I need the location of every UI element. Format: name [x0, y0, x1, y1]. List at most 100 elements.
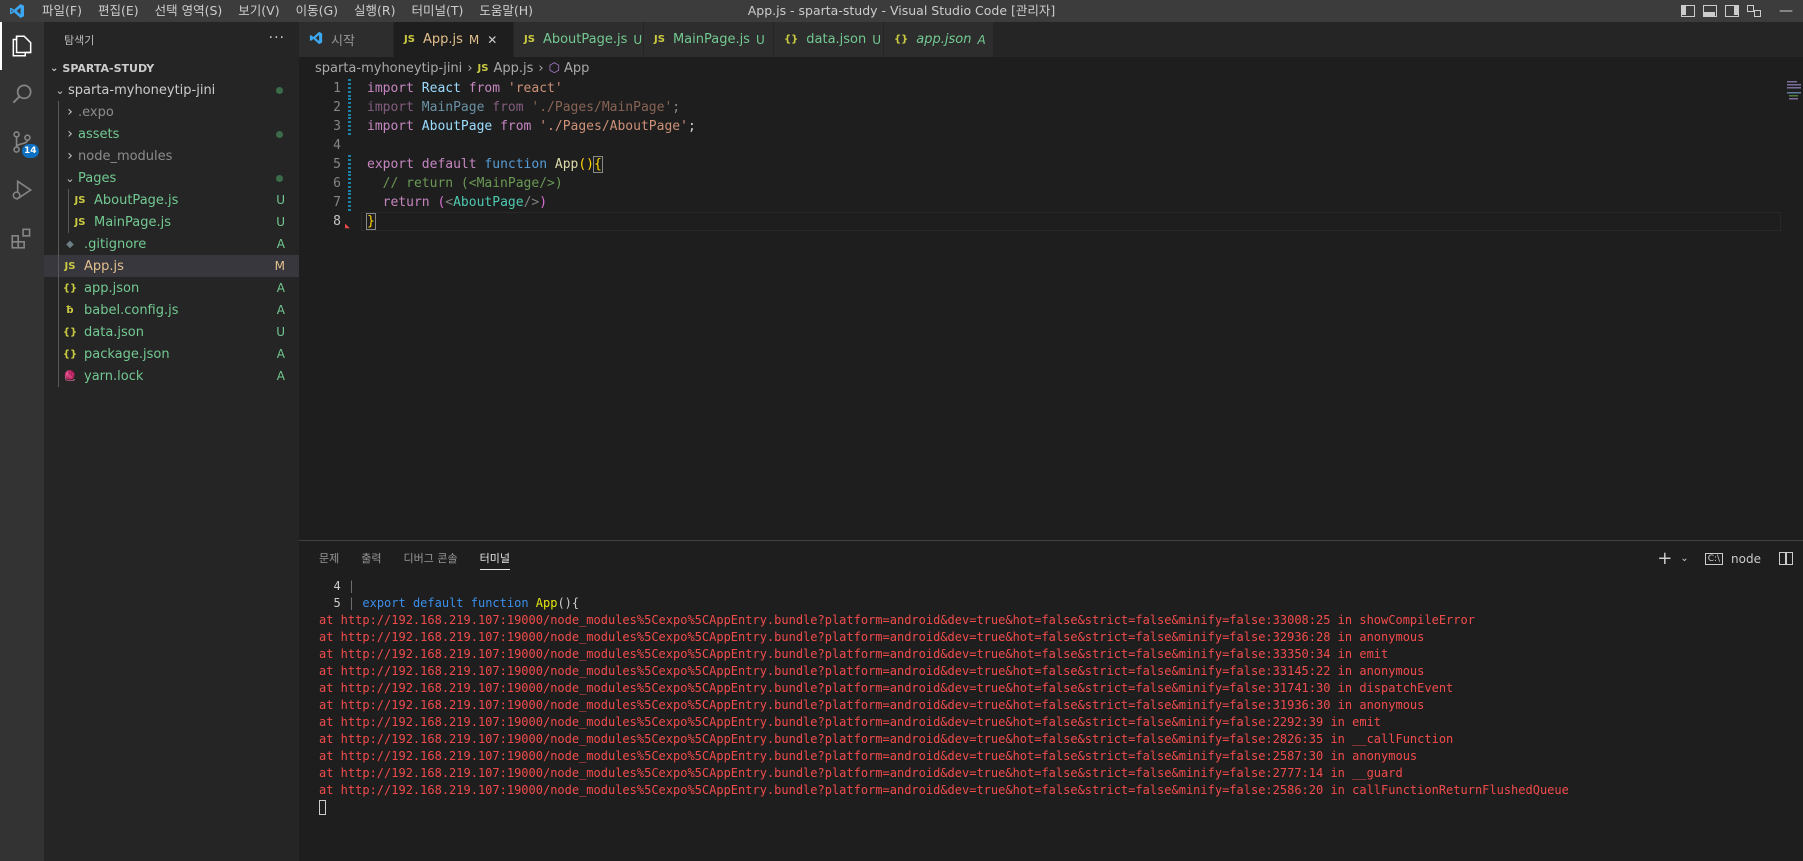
terminal-icon: C:\: [1704, 552, 1724, 565]
chevron-right-icon: ›: [67, 148, 73, 164]
tree-file[interactable]: ◆ .gitignore A: [44, 233, 299, 255]
code-line: 7 return (<AboutPage/>): [299, 193, 1803, 212]
stack-trace-line: at http://192.168.219.107:19000/node_mod…: [319, 732, 1454, 746]
extensions-icon[interactable]: [0, 214, 44, 262]
code-editor[interactable]: 1 import React from 'react' 2 import MainP…: [299, 79, 1803, 540]
panel-tab[interactable]: 터미널: [479, 541, 511, 576]
indent-guide: [58, 101, 59, 387]
editor-tabs: 시작 JS App.js M ✕ JS AboutPage.js U JS MainPage.js…: [299, 22, 1803, 57]
toggle-secondary-sidebar-icon[interactable]: [1725, 5, 1739, 17]
breadcrumb-file[interactable]: App.js: [493, 61, 533, 76]
split-terminal-icon[interactable]: [1779, 552, 1793, 565]
tree-folder[interactable]: ⌄ Pages: [44, 167, 299, 189]
tree-folder[interactable]: ⌄ sparta-myhoneytip-jini: [44, 79, 299, 101]
workspace-section[interactable]: ⌄ SPARTA-STUDY: [44, 57, 299, 79]
terminal-line: 4 |: [333, 579, 356, 593]
editor-tab[interactable]: 시작: [299, 22, 394, 57]
file-type-icon: JS: [64, 260, 76, 272]
chevron-down-icon[interactable]: ⌄: [1680, 553, 1688, 564]
tree-label: node_modules: [78, 148, 173, 164]
tree-folder[interactable]: › .expo: [44, 101, 299, 123]
explorer-title: 탐색기: [64, 33, 95, 47]
terminal-line-number: 5: [333, 596, 341, 610]
toggle-panel-icon[interactable]: [1703, 5, 1717, 17]
minimap[interactable]: [1785, 79, 1803, 109]
more-actions-icon[interactable]: ···: [269, 30, 285, 46]
git-status-badge: M: [468, 32, 480, 47]
new-terminal-icon[interactable]: +: [1657, 548, 1672, 569]
line-number: 7: [333, 195, 341, 210]
close-icon[interactable]: ✕: [487, 33, 497, 47]
changes-dot-icon: [276, 86, 283, 94]
git-status-badge: A: [276, 303, 285, 317]
menu-item[interactable]: 실행(R): [346, 0, 403, 22]
js-file-icon: JS: [477, 62, 489, 74]
source-control-icon[interactable]: 14: [0, 118, 44, 166]
panel-actions: + ⌄ C:\ node: [1657, 541, 1793, 576]
editor-tab[interactable]: {} app.json A: [884, 22, 994, 57]
menu-item[interactable]: 이동(G): [288, 0, 346, 22]
tree-file[interactable]: {} package.json A: [44, 343, 299, 365]
tree-file[interactable]: JS MainPage.js U: [44, 211, 299, 233]
minimize-button[interactable]: —: [1779, 3, 1793, 19]
breadcrumb-symbol[interactable]: App: [564, 61, 589, 76]
file-type-icon: ƀ: [66, 304, 74, 316]
changes-dot-icon: [276, 174, 283, 182]
panel-tab[interactable]: 문제: [319, 541, 339, 576]
stack-trace-line: at http://192.168.219.107:19000/node_mod…: [319, 715, 1382, 729]
tree-label: data.json: [84, 324, 144, 340]
terminal-shell-name[interactable]: node: [1731, 552, 1761, 566]
breadcrumb-folder[interactable]: sparta-myhoneytip-jini: [315, 61, 462, 76]
title-bar: 파일(F) 편집(E) 선택 영역(S) 보기(V) 이동(G) 실행(R) 터미널(T) 도…: [0, 0, 1803, 22]
line-number: 4: [333, 138, 341, 153]
git-status-badge: M: [274, 259, 285, 273]
chevron-down-icon: ⌄: [55, 83, 65, 97]
tab-label: App.js: [422, 32, 463, 47]
line-number: 8: [333, 214, 341, 229]
scm-badge: 14: [22, 144, 39, 158]
panel-tabs: 문제 출력 디버그 콘솔 터미널: [299, 541, 1803, 576]
tree-file[interactable]: ƀ babel.config.js A: [44, 299, 299, 321]
file-type-icon: {}: [62, 348, 78, 360]
editor-tab[interactable]: JS App.js M ✕: [394, 22, 514, 57]
menu-item[interactable]: 편집(E): [90, 0, 147, 22]
run-debug-icon[interactable]: [0, 166, 44, 214]
stack-trace-line: at http://192.168.219.107:19000/node_mod…: [319, 647, 1389, 661]
tree-file[interactable]: {} app.json A: [44, 277, 299, 299]
chevron-down-icon: ⌄: [50, 62, 59, 74]
menu-item[interactable]: 보기(V): [230, 0, 287, 22]
terminal-output[interactable]: 4 | 5 | export default function App(){at…: [319, 578, 1783, 816]
tree-file[interactable]: JS AboutPage.js U: [44, 189, 299, 211]
menu-item[interactable]: 파일(F): [34, 0, 90, 22]
bottom-panel: 문제 출력 디버그 콘솔 터미널 + ⌄ C:\ node 4 | 5 | expor…: [299, 540, 1803, 861]
tree-file[interactable]: 🧶 yarn.lock A: [44, 365, 299, 387]
tree-folder[interactable]: › assets: [44, 123, 299, 145]
tree-file[interactable]: JS App.js M: [44, 255, 299, 277]
editor-tab[interactable]: JS AboutPage.js U: [514, 22, 644, 57]
editor-tab[interactable]: {} data.json U: [774, 22, 884, 57]
toggle-sidebar-icon[interactable]: [1681, 5, 1695, 17]
file-type-icon: JS: [404, 34, 415, 45]
panel-tab[interactable]: 디버그 콘솔: [404, 541, 458, 576]
file-tree: ⌄ sparta-myhoneytip-jini › .expo › assets › nod…: [44, 79, 299, 387]
explorer-sidebar: 탐색기 ··· ⌄ SPARTA-STUDY ⌄ sparta-myhoneyti…: [44, 22, 299, 861]
menu-item[interactable]: 선택 영역(S): [147, 0, 231, 22]
menu-item[interactable]: 터미널(T): [404, 0, 472, 22]
tree-label: Pages: [78, 170, 117, 186]
file-type-icon: ◆: [66, 238, 74, 250]
panel-tab[interactable]: 출력: [361, 541, 381, 576]
line-number: 2: [333, 100, 341, 115]
workspace-title: SPARTA-STUDY: [62, 61, 155, 75]
menu-item[interactable]: 도움말(H): [471, 0, 541, 22]
explorer-icon[interactable]: [0, 22, 44, 70]
search-icon[interactable]: [0, 70, 44, 118]
line-number: 1: [333, 81, 341, 96]
explorer-header: 탐색기 ···: [44, 22, 299, 57]
git-status-badge: A: [276, 347, 285, 361]
chevron-right-icon: ›: [467, 60, 473, 76]
tree-folder[interactable]: › node_modules: [44, 145, 299, 167]
git-status-badge: U: [276, 215, 285, 229]
customize-layout-icon[interactable]: [1747, 5, 1761, 17]
tree-file[interactable]: {} data.json U: [44, 321, 299, 343]
editor-tab[interactable]: JS MainPage.js U: [644, 22, 774, 57]
